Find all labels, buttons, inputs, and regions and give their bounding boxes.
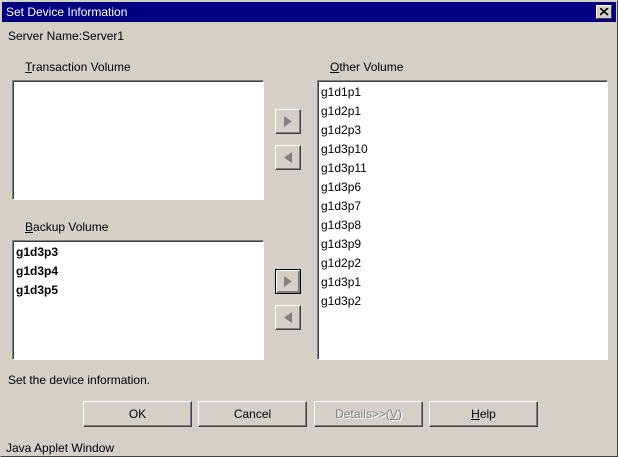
close-button[interactable]: [596, 5, 612, 19]
backup-volume-accel: B: [25, 220, 34, 234]
details-button[interactable]: Details>>(V): [314, 401, 423, 427]
cancel-button[interactable]: Cancel: [198, 401, 307, 427]
other-volume-label: Other Volume: [330, 60, 403, 74]
help-accel: H: [471, 407, 480, 421]
close-icon: [600, 8, 609, 16]
list-item[interactable]: g1d3p3: [15, 243, 263, 262]
window-title: Set Device Information: [6, 5, 128, 19]
list-item[interactable]: g1d2p3: [320, 121, 607, 140]
title-bar: Set Device Information: [2, 2, 616, 22]
ok-button[interactable]: OK: [83, 401, 192, 427]
backup-volume-list[interactable]: g1d3p3 g1d3p4 g1d3p5: [12, 240, 264, 360]
list-item[interactable]: g1d3p7: [320, 197, 607, 216]
transaction-volume-label-rest: ransaction Volume: [31, 60, 131, 74]
other-volume-label-rest: ther Volume: [339, 60, 404, 74]
list-item[interactable]: g1d1p1: [320, 83, 607, 102]
move-to-other-from-backup-button[interactable]: [275, 269, 301, 294]
list-item[interactable]: g1d3p11: [320, 159, 607, 178]
list-item[interactable]: g1d3p1: [320, 273, 607, 292]
list-item[interactable]: g1d3p5: [15, 281, 263, 300]
list-item[interactable]: g1d3p6: [320, 178, 607, 197]
details-accel: V: [389, 407, 398, 421]
list-item[interactable]: g1d2p2: [320, 254, 607, 273]
transaction-volume-accel: T: [25, 60, 32, 74]
help-button[interactable]: Help: [429, 401, 538, 427]
list-item[interactable]: g1d3p10: [320, 140, 607, 159]
move-to-other-from-transaction-button[interactable]: [275, 109, 301, 134]
backup-volume-label-rest: ackup Volume: [33, 220, 109, 234]
triangle-right-icon: [284, 116, 292, 127]
triangle-left-icon: [284, 312, 292, 323]
transaction-volume-list[interactable]: [12, 80, 264, 200]
other-volume-list[interactable]: g1d1p1 g1d2p1 g1d2p3 g1d3p10 g1d3p11 g1d3p6 g1…: [317, 80, 608, 360]
transaction-volume-label: Transaction Volume: [25, 60, 131, 74]
details-label-pre: Details>>(: [335, 407, 390, 421]
other-volume-accel: O: [330, 60, 340, 74]
details-label-post: ): [397, 407, 402, 421]
triangle-right-icon: [284, 276, 292, 287]
list-item[interactable]: g1d3p9: [320, 235, 607, 254]
server-name-label: Server Name:Server1: [8, 29, 125, 43]
triangle-left-icon: [284, 152, 292, 163]
list-item[interactable]: g1d3p2: [320, 292, 607, 311]
backup-volume-label: Backup Volume: [25, 220, 108, 234]
move-to-backup-button[interactable]: [275, 305, 301, 330]
status-message: Set the device information.: [8, 373, 151, 387]
list-item[interactable]: g1d2p1: [320, 102, 607, 121]
dialog-window: Set Device Information Server Name:Serve…: [0, 0, 618, 457]
list-item[interactable]: g1d3p8: [320, 216, 607, 235]
help-label-rest: elp: [479, 407, 496, 421]
list-item[interactable]: g1d3p4: [15, 262, 263, 281]
move-to-transaction-button[interactable]: [275, 145, 301, 170]
applet-window-footer: Java Applet Window: [6, 441, 115, 455]
